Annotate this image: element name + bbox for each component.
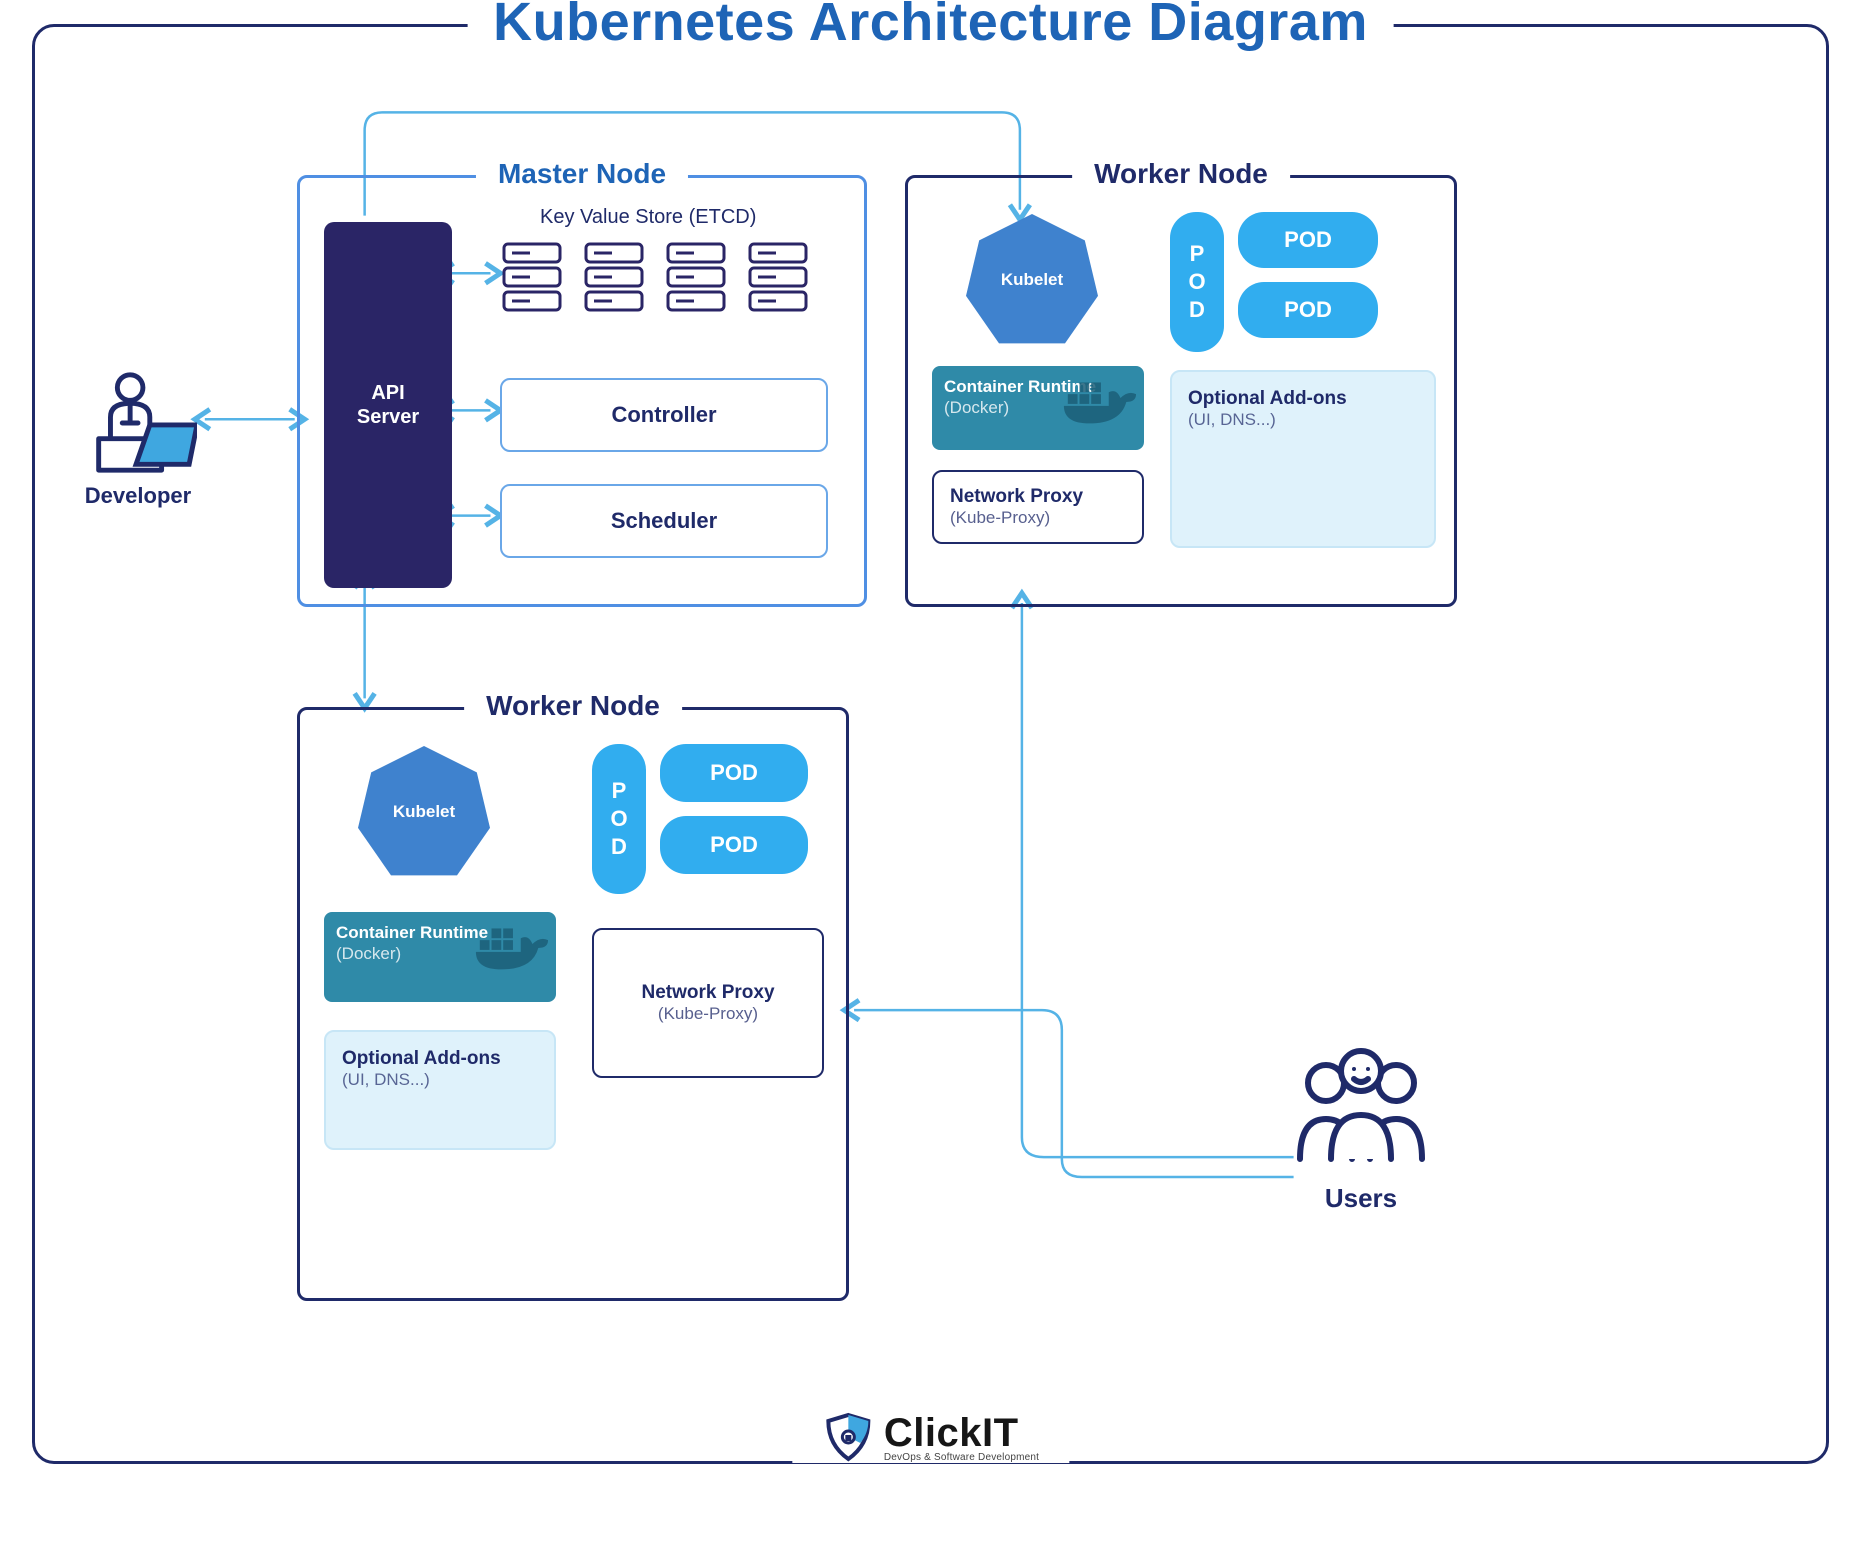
developer-icon xyxy=(79,367,197,477)
network-proxy-subtitle: (Kube-Proxy) xyxy=(610,1004,806,1024)
brand-shield-icon xyxy=(822,1411,874,1463)
pod-label: POD xyxy=(710,832,758,858)
users-actor: Users xyxy=(1251,1047,1471,1214)
master-node-title: Master Node xyxy=(476,158,688,190)
pod-box: POD xyxy=(1238,282,1378,338)
kubelet-heptagon: Kubelet xyxy=(966,214,1098,346)
worker-node-title: Worker Node xyxy=(1072,158,1290,190)
etcd-disk-icon xyxy=(500,238,564,314)
pod-vertical: P O D xyxy=(592,744,646,894)
container-runtime-box: Container Runtime (Docker) xyxy=(932,366,1144,450)
worker-node-title: Worker Node xyxy=(464,690,682,722)
pod-letter: O xyxy=(1188,269,1205,295)
network-proxy-title: Network Proxy xyxy=(610,982,806,1004)
controller-label: Controller xyxy=(611,402,716,428)
api-server-label: API Server xyxy=(357,381,419,429)
network-proxy-title: Network Proxy xyxy=(950,486,1126,508)
worker-node-panel: Worker Node Kubelet Container Runtime (D… xyxy=(297,707,849,1301)
kubelet-label: Kubelet xyxy=(1001,270,1063,290)
network-proxy-box: Network Proxy (Kube-Proxy) xyxy=(592,928,824,1078)
pod-box: POD xyxy=(660,816,808,874)
scheduler-box: Scheduler xyxy=(500,484,828,558)
kubelet-label: Kubelet xyxy=(393,802,455,822)
etcd-disk-icon xyxy=(746,238,810,314)
brand-name: ClickIT xyxy=(884,1411,1039,1456)
api-server-box: API Server xyxy=(324,222,452,588)
pod-label: POD xyxy=(1284,227,1332,253)
network-proxy-box: Network Proxy (Kube-Proxy) xyxy=(932,470,1144,544)
addons-subtitle: (UI, DNS...) xyxy=(1188,410,1418,430)
etcd-label: Key Value Store (ETCD) xyxy=(540,206,756,229)
developer-actor: Developer xyxy=(53,367,223,509)
pod-letter: D xyxy=(611,834,627,860)
addons-subtitle: (UI, DNS...) xyxy=(342,1070,538,1090)
docker-icon xyxy=(1060,372,1138,428)
worker-node-panel: Worker Node Kubelet Container Runtime (D… xyxy=(905,175,1457,607)
pod-letter: D xyxy=(1189,297,1205,323)
diagram-frame: Kubernetes Architecture Diagram xyxy=(32,24,1829,1464)
users-label: Users xyxy=(1251,1183,1471,1214)
addons-title: Optional Add-ons xyxy=(1188,388,1418,410)
docker-icon xyxy=(472,918,550,974)
brand-logo: ClickIT DevOps & Software Development xyxy=(792,1411,1069,1463)
brand-tagline: DevOps & Software Development xyxy=(884,1452,1039,1463)
container-runtime-box: Container Runtime (Docker) xyxy=(324,912,556,1002)
addons-title: Optional Add-ons xyxy=(342,1048,538,1070)
users-icon xyxy=(1276,1047,1446,1177)
addons-box: Optional Add-ons (UI, DNS...) xyxy=(1170,370,1436,548)
pod-vertical: P O D xyxy=(1170,212,1224,352)
pod-letter: P xyxy=(612,778,627,804)
diagram-title: Kubernetes Architecture Diagram xyxy=(467,0,1394,53)
pod-box: POD xyxy=(1238,212,1378,268)
brand-name-text: ClickIT xyxy=(884,1411,1019,1455)
pod-letter: O xyxy=(610,806,627,832)
etcd-disk-icon xyxy=(664,238,728,314)
master-node-panel: Master Node API Server Key Value Store (… xyxy=(297,175,867,607)
addons-box: Optional Add-ons (UI, DNS...) xyxy=(324,1030,556,1150)
etcd-cluster xyxy=(500,238,810,314)
controller-box: Controller xyxy=(500,378,828,452)
scheduler-label: Scheduler xyxy=(611,508,717,534)
kubelet-heptagon: Kubelet xyxy=(358,746,490,878)
pod-box: POD xyxy=(660,744,808,802)
pod-letter: P xyxy=(1190,241,1205,267)
network-proxy-subtitle: (Kube-Proxy) xyxy=(950,508,1126,528)
developer-label: Developer xyxy=(53,483,223,509)
pod-label: POD xyxy=(1284,297,1332,323)
pod-label: POD xyxy=(710,760,758,786)
etcd-disk-icon xyxy=(582,238,646,314)
